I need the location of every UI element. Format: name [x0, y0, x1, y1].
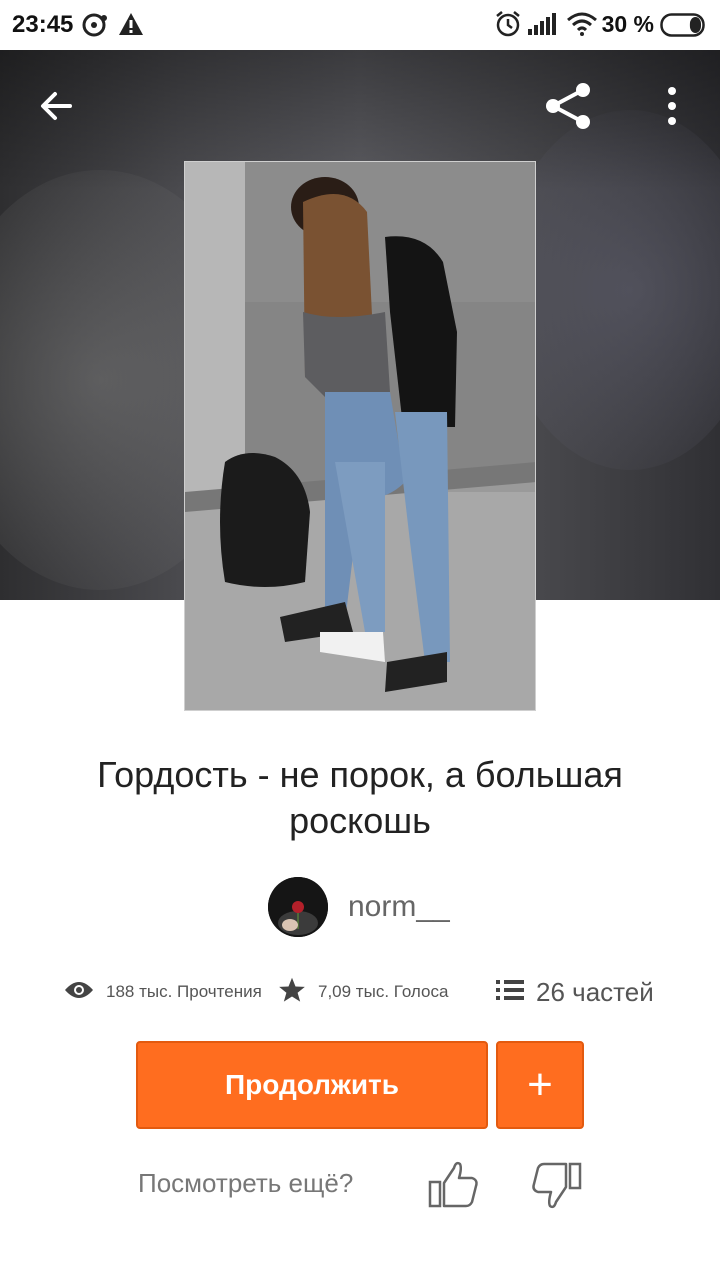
continue-reading-button[interactable]: Продолжить	[136, 1041, 488, 1129]
eye-icon	[64, 979, 94, 1006]
back-button[interactable]	[24, 76, 88, 140]
status-bar: 23:45 30 %	[0, 0, 720, 50]
alarm-icon	[494, 9, 522, 44]
story-title: Гордость - не порок, а большая роскошь	[97, 754, 623, 841]
battery-icon	[660, 13, 708, 42]
thumbs-down-icon	[526, 1162, 586, 1220]
signal-icon	[528, 13, 558, 40]
reads-stat: 188 тыс. Прочтения	[64, 972, 262, 1012]
reads-count: 188 тыс. Прочтения	[106, 982, 262, 1001]
author-name: norm__	[348, 890, 450, 923]
status-time: 23:45	[12, 11, 74, 38]
votes-count: 7,09 тыс. Голоса	[318, 982, 449, 1001]
thumbs-up-icon	[424, 1161, 484, 1220]
author-link[interactable]: norm__	[268, 876, 450, 938]
more-options-button[interactable]	[640, 76, 704, 140]
votes-stat: 7,09 тыс. Голоса	[278, 972, 448, 1012]
share-icon	[543, 81, 593, 136]
parts-count: 26 частей	[536, 976, 654, 1007]
battery-percent: 30 %	[601, 11, 654, 37]
wifi-icon	[566, 12, 598, 41]
parts-stat: 26 частей	[496, 972, 654, 1012]
see-more-question: Посмотреть ещё?	[138, 1168, 354, 1198]
avatar	[268, 877, 328, 937]
dislike-button[interactable]	[526, 1156, 586, 1216]
sync-icon	[82, 12, 108, 43]
list-icon	[496, 978, 524, 1007]
share-button[interactable]	[536, 76, 600, 140]
add-to-library-button[interactable]: +	[496, 1041, 584, 1129]
star-icon	[278, 976, 306, 1009]
story-cover-image[interactable]	[184, 161, 536, 711]
back-arrow-icon	[36, 86, 76, 131]
like-button[interactable]	[424, 1156, 484, 1216]
warning-icon	[118, 12, 144, 41]
more-vertical-icon	[666, 86, 678, 131]
story-stats: 188 тыс. Прочтения 7,09 тыс. Голоса 26 ч…	[0, 972, 720, 1012]
plus-icon: +	[527, 1060, 553, 1109]
